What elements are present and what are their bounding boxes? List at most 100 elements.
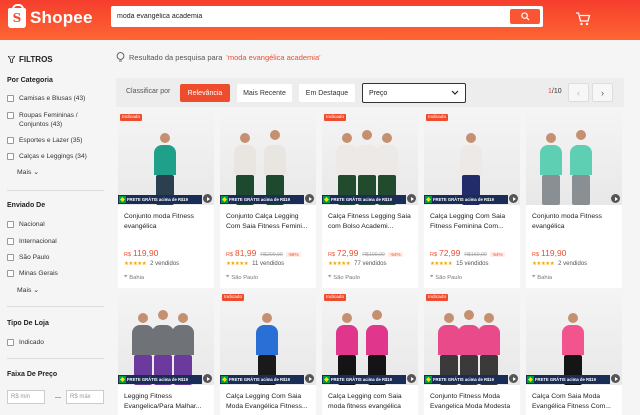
play-video-icon[interactable] — [509, 194, 518, 203]
filter-sidebar: FILTROS Por Categoria Camisas e Blusas (… — [0, 40, 112, 415]
product-card[interactable]: Indicado FRETE GRÁTIS acima de R$19 Conjun… — [118, 112, 214, 288]
shop-type-title: Tipo De Loja — [7, 320, 49, 327]
product-card[interactable]: Indicado FRETE GRÁTIS acima de R$19 Conjun… — [424, 292, 520, 415]
play-video-icon[interactable] — [203, 374, 212, 383]
search-input[interactable] — [114, 8, 509, 25]
sort-relevance-button[interactable]: Relevância — [180, 84, 230, 102]
chevron-down-icon — [451, 90, 459, 95]
product-image[interactable]: Indicado FRETE GRÁTIS acima de R$19 — [220, 292, 316, 385]
star-rating-icon: ★★★★★ — [226, 261, 249, 267]
free-shipping-banner: FRETE GRÁTIS acima de R$19 — [118, 195, 202, 204]
play-video-icon[interactable] — [305, 194, 314, 203]
product-card[interactable]: Indicado FRETE GRÁTIS acima de R$19 Calça … — [220, 292, 316, 415]
product-image[interactable]: Indicado FRETE GRÁTIS acima de R$19 — [424, 112, 520, 205]
product-title[interactable]: Conjunto moda Fitness evangélica — [532, 212, 618, 231]
prev-page-button[interactable]: ‹ — [568, 83, 589, 102]
price-max-input[interactable]: R$ máx — [66, 390, 104, 404]
location-pin-icon: ⌖ — [532, 274, 536, 280]
sort-recent-button[interactable]: Mais Recente — [237, 84, 292, 102]
product-image[interactable]: FRETE GRÁTIS acima de R$19 — [220, 112, 316, 205]
location-pin-icon: ⌖ — [328, 274, 332, 280]
free-shipping-banner: FRETE GRÁTIS acima de R$19 — [322, 375, 406, 384]
product-location: ⌖ São Paulo — [430, 274, 463, 281]
free-shipping-banner: FRETE GRÁTIS acima de R$19 — [220, 375, 304, 384]
price-min-input[interactable]: R$ min — [7, 390, 45, 404]
indicado-badge: Indicado — [324, 294, 347, 301]
product-price: R$ 72,99 R$190,00 -54% — [328, 248, 403, 258]
product-card[interactable]: Indicado FRETE GRÁTIS acima de R$19 Calça … — [322, 292, 418, 415]
product-card[interactable]: FRETE GRÁTIS acima de R$19 Calça Com Saia… — [526, 292, 622, 415]
product-image[interactable]: Indicado FRETE GRÁTIS acima de R$19 — [424, 292, 520, 385]
product-title[interactable]: Conjunto moda Fitness evangélica — [124, 212, 210, 231]
play-video-icon[interactable] — [407, 194, 416, 203]
indicado-badge: Indicado — [426, 294, 449, 301]
sort-featured-button[interactable]: Em Destaque — [299, 84, 355, 102]
product-title[interactable]: Calça Com Saia Moda Evangélica Fitness C… — [532, 392, 618, 411]
result-prefix: Resultado da pesquisa para — [129, 52, 223, 62]
shopee-bag-icon: S — [8, 4, 26, 28]
product-title[interactable]: Legging Fitness Evangelica/Para Malhar..… — [124, 392, 210, 411]
product-card[interactable]: FRETE GRÁTIS acima de R$19 Conjunto Calça… — [220, 112, 316, 288]
product-card[interactable]: FRETE GRÁTIS acima de R$19 Legging Fitnes… — [118, 292, 214, 415]
next-page-button[interactable]: › — [592, 83, 613, 102]
product-image[interactable] — [526, 112, 622, 205]
product-card[interactable]: Indicado FRETE GRÁTIS acima de R$19 Calça … — [322, 112, 418, 288]
product-price: R$ 119,90 — [124, 248, 159, 258]
bulb-icon — [116, 52, 125, 62]
sort-label: Classificar por — [126, 88, 171, 95]
play-video-icon[interactable] — [305, 374, 314, 383]
search-icon — [520, 12, 530, 21]
chevron-down-icon: ⌄ — [33, 169, 39, 176]
search-button[interactable] — [510, 9, 540, 24]
shop-type-checkbox[interactable]: Indicado — [7, 338, 107, 347]
product-image[interactable]: FRETE GRÁTIS acima de R$19 — [118, 292, 214, 385]
location-checkbox[interactable]: Minas Gerais — [7, 269, 107, 278]
play-video-icon[interactable] — [611, 374, 620, 383]
old-price: R$200,00 — [260, 252, 283, 258]
product-title[interactable]: Calça Legging com Saia moda fitness evan… — [328, 392, 414, 411]
free-shipping-banner: FRETE GRÁTIS acima de R$19 — [118, 375, 202, 384]
location-pin-icon: ⌖ — [430, 274, 434, 280]
product-image[interactable]: Indicado FRETE GRÁTIS acima de R$19 — [322, 292, 418, 385]
product-title[interactable]: Calça Legging Com Saia Moda Evangélica F… — [226, 392, 312, 411]
old-price: R$190,00 — [362, 252, 385, 258]
category-checkbox[interactable]: Camisas e Blusas (43) — [7, 94, 107, 103]
play-video-icon[interactable] — [611, 194, 620, 203]
brazil-flag-icon — [527, 376, 534, 383]
product-location: ⌖ Bahia — [124, 274, 145, 281]
cart-icon[interactable] — [575, 11, 591, 27]
discount-badge: -54% — [489, 252, 505, 257]
product-card[interactable]: Conjunto moda Fitness evangélica R$ 119,90… — [526, 112, 622, 288]
product-title[interactable]: Conjunto Calça Legging Com Saia Fitness … — [226, 212, 312, 231]
play-video-icon[interactable] — [407, 374, 416, 383]
shopee-logo[interactable]: S Shopee — [8, 4, 93, 28]
product-rating: ★★★★★ 2 vendidos — [532, 261, 587, 267]
product-image[interactable]: Indicado FRETE GRÁTIS acima de R$19 — [118, 112, 214, 205]
product-title[interactable]: Calça Legging Com Saia Fitness Feminina … — [430, 212, 516, 231]
product-title[interactable]: Calça Fitness Legging Saia com Bolso Aca… — [328, 212, 414, 231]
product-image[interactable]: FRETE GRÁTIS acima de R$19 — [526, 292, 622, 385]
page-indicator: 1/10 — [548, 88, 562, 95]
price-range-title: Faixa De Preço — [7, 371, 58, 378]
location-more-button[interactable]: Mais ⌄ — [17, 286, 39, 294]
product-rating: ★★★★★ 77 vendidos — [328, 261, 387, 267]
chevron-left-icon: ‹ — [577, 87, 580, 98]
product-card[interactable]: Indicado FRETE GRÁTIS acima de R$19 Calça … — [424, 112, 520, 288]
product-location: ⌖ São Paulo — [328, 274, 361, 281]
play-video-icon[interactable] — [203, 194, 212, 203]
location-checkbox[interactable]: Nacional — [7, 220, 107, 229]
play-video-icon[interactable] — [509, 374, 518, 383]
category-more-button[interactable]: Mais ⌄ — [17, 168, 39, 176]
price-sort-select[interactable]: Preço — [362, 83, 466, 103]
free-shipping-banner: FRETE GRÁTIS acima de R$19 — [424, 375, 508, 384]
category-checkbox[interactable]: Roupas Femininas / Conjuntos (43) — [7, 111, 107, 129]
brazil-flag-icon — [425, 376, 432, 383]
brazil-flag-icon — [425, 196, 432, 203]
location-checkbox[interactable]: Internacional — [7, 237, 107, 246]
product-image[interactable]: Indicado FRETE GRÁTIS acima de R$19 — [322, 112, 418, 205]
category-checkbox[interactable]: Esportes e Lazer (35) — [7, 136, 107, 145]
category-checkbox[interactable]: Calças e Leggings (34) — [7, 152, 107, 161]
location-checkbox[interactable]: São Paulo — [7, 253, 107, 262]
indicado-badge: Indicado — [222, 294, 245, 301]
product-title[interactable]: Conjunto Fitness Moda Evangelica Moda Mo… — [430, 392, 516, 411]
